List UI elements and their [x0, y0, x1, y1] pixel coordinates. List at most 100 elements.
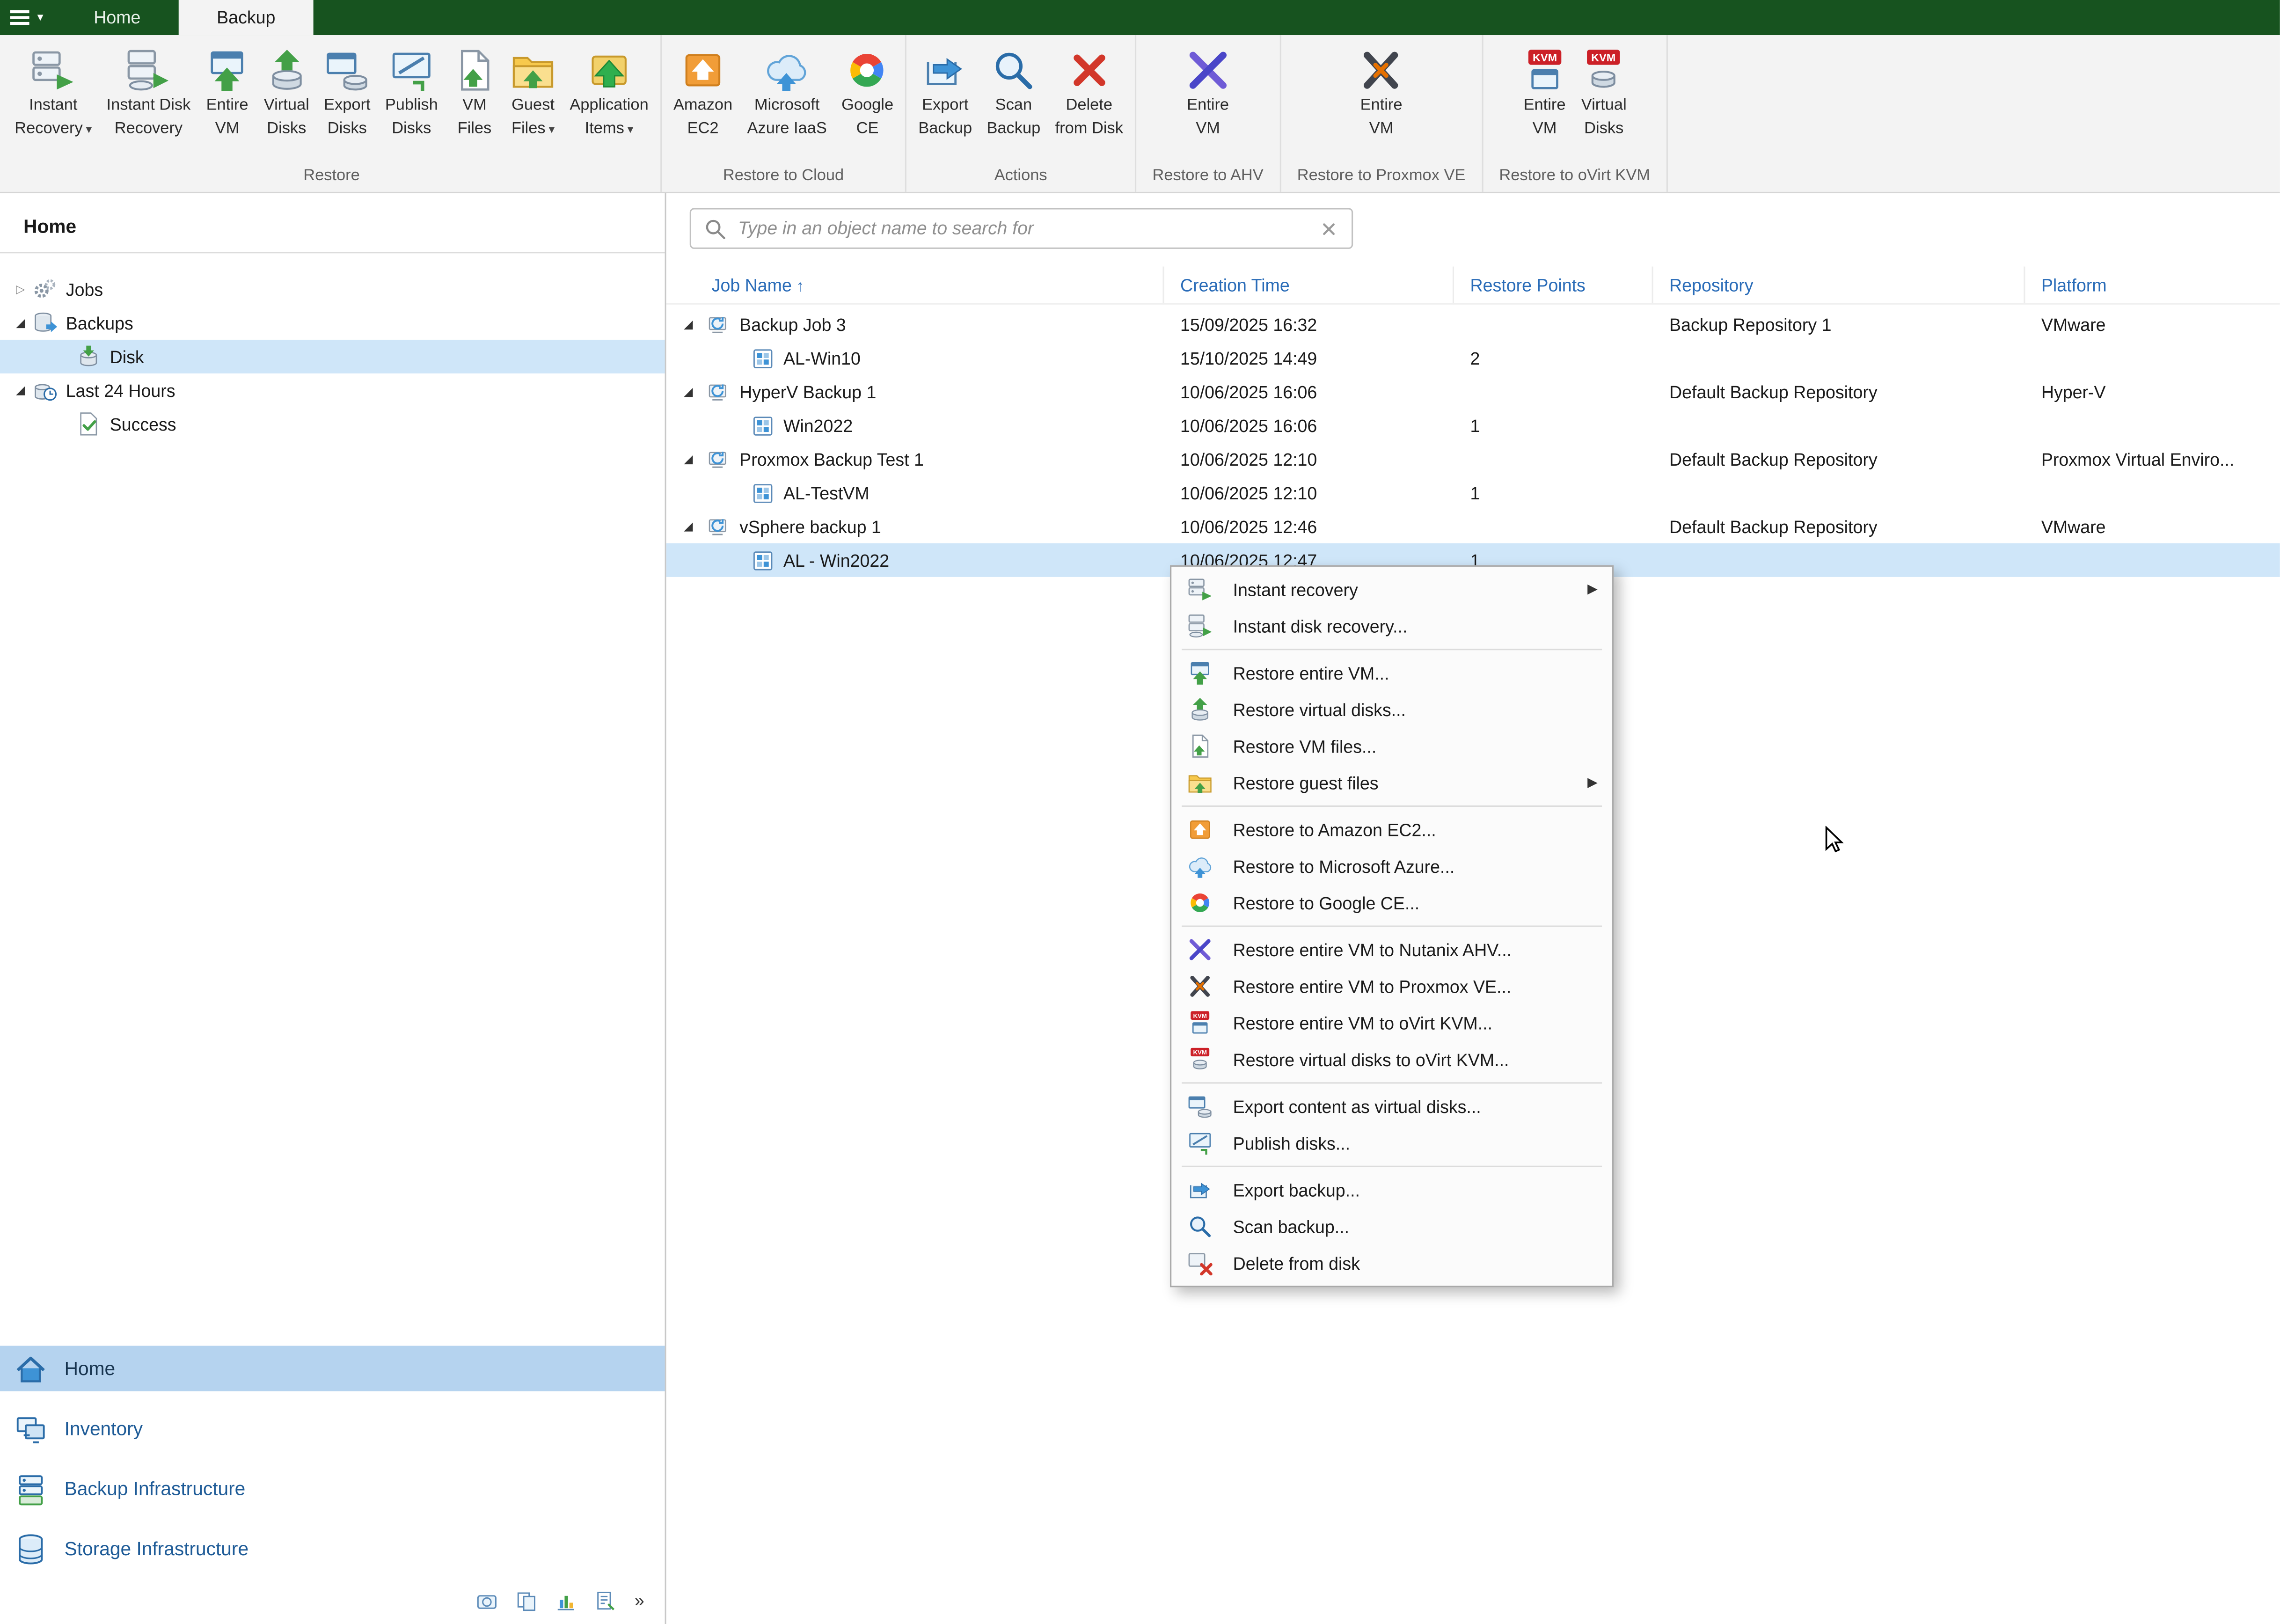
expander-icon[interactable] — [684, 520, 702, 533]
menu-item-restore-entire-vm-to-proxmox-ve[interactable]: Restore entire VM to Proxmox VE... — [1173, 968, 1611, 1004]
expander-icon[interactable] — [684, 385, 702, 398]
nutanix-ahv-icon — [1188, 937, 1213, 962]
delete-from-disk-icon — [1188, 1251, 1213, 1275]
files-view-icon[interactable] — [516, 1590, 538, 1612]
delete-from-disk-icon — [1067, 48, 1111, 92]
guest-files-button[interactable]: Guest Files — [504, 44, 563, 144]
delete-from-disk-button[interactable]: Delete from Disk — [1048, 44, 1131, 142]
export-disks-button[interactable]: Export Disks — [316, 44, 378, 142]
microsoft-azure-button[interactable]: Microsoft Azure IaaS — [740, 44, 834, 142]
application-items-button[interactable]: Application Items — [563, 44, 656, 144]
publish-disks-icon — [389, 48, 433, 92]
amazon-ec2-button[interactable]: Amazon EC2 — [666, 44, 740, 142]
sidebar-item-home[interactable]: Home — [0, 1346, 665, 1391]
restore-entire-vm-to-ahv-button[interactable]: Entire VM — [1179, 44, 1237, 142]
table-row[interactable]: HyperV Backup 1 10/06/2025 16:06 Default… — [666, 375, 2280, 409]
menu-item-restore-guest-files[interactable]: Restore guest files — [1173, 764, 1611, 801]
menu-item-instant-recovery[interactable]: Instant recovery — [1173, 571, 1611, 607]
backup-infrastructure-icon — [15, 1472, 47, 1505]
menu-item-restore-virtual-disks-to-ovirt-kvm[interactable]: Restore virtual disks to oVirt KVM... — [1173, 1041, 1611, 1078]
sidebar-title: Home — [0, 193, 665, 253]
column-header-job-name[interactable]: Job Name — [666, 266, 1164, 303]
column-header-platform[interactable]: Platform — [2025, 266, 2280, 303]
instant-disk-recovery-button[interactable]: Instant Disk Recovery — [99, 44, 198, 142]
menu-item-restore-to-microsoft-azure[interactable]: Restore to Microsoft Azure... — [1173, 848, 1611, 885]
table-row[interactable]: vSphere backup 1 10/06/2025 12:46 Defaul… — [666, 510, 2280, 543]
menu-item-instant-disk-recovery[interactable]: Instant disk recovery... — [1173, 608, 1611, 644]
ribbon-group-restore-to-cloud: Amazon EC2 Microsoft Azure IaaS Google C… — [662, 35, 906, 192]
scan-backup-button[interactable]: Scan Backup — [979, 44, 1048, 142]
menu-item-export-content-as-virtual-disks[interactable]: Export content as virtual disks... — [1173, 1088, 1611, 1125]
instant-disk-recovery-icon — [1188, 614, 1213, 638]
tab-backup[interactable]: Backup — [179, 0, 314, 35]
menu-item-restore-entire-vm-to-nutanix-ahv[interactable]: Restore entire VM to Nutanix AHV... — [1173, 931, 1611, 968]
table-row[interactable]: Backup Job 3 15/09/2025 16:32 Backup Rep… — [666, 307, 2280, 341]
export-backup-button[interactable]: Export Backup — [911, 44, 979, 142]
expander-icon[interactable] — [684, 318, 702, 331]
ovirt-kvm-vm-icon — [1523, 48, 1567, 92]
google-ce-button[interactable]: Google CE — [834, 44, 900, 142]
table-row[interactable]: AL-TestVM 10/06/2025 12:10 1 — [666, 476, 2280, 510]
tree-item-label: Last 24 Hours — [66, 380, 175, 401]
table-row[interactable]: Proxmox Backup Test 1 10/06/2025 12:10 D… — [666, 442, 2280, 476]
clear-search-icon[interactable] — [1319, 219, 1338, 238]
table-row[interactable]: AL-Win10 15/10/2025 14:49 2 — [666, 341, 2280, 375]
column-header-repository[interactable]: Repository — [1653, 266, 2025, 303]
menu-item-delete-from-disk[interactable]: Delete from disk — [1173, 1245, 1611, 1281]
sidebar-bottom-toolbar — [0, 1586, 644, 1616]
tree-item-last-24-hours[interactable]: Last 24 Hours — [0, 373, 665, 407]
sidebar: Home Jobs Backups Disk — [0, 193, 666, 1624]
backups-icon — [32, 310, 57, 335]
vm-files-button[interactable]: VM Files — [445, 44, 504, 142]
restore-entire-vm-button[interactable]: Entire VM — [198, 44, 256, 142]
instant-recovery-button[interactable]: Instant Recovery — [7, 44, 99, 144]
instant-disk-recovery-icon — [127, 48, 171, 92]
table-row[interactable]: Win2022 10/06/2025 16:06 1 — [666, 409, 2280, 442]
reports-view-icon[interactable] — [595, 1590, 617, 1612]
more-views-chevron-icon[interactable] — [635, 1590, 644, 1611]
hamburger-icon — [10, 10, 29, 25]
column-header-restore-points[interactable]: Restore Points — [1454, 266, 1653, 303]
menu-item-restore-vm-files[interactable]: Restore VM files... — [1173, 728, 1611, 764]
sidebar-item-label: Storage Infrastructure — [65, 1537, 248, 1559]
menu-item-export-backup[interactable]: Export backup... — [1173, 1171, 1611, 1208]
menu-item-scan-backup[interactable]: Scan backup... — [1173, 1208, 1611, 1244]
column-header-creation-time[interactable]: Creation Time — [1164, 266, 1454, 303]
menu-item-restore-to-amazon-ec2[interactable]: Restore to Amazon EC2... — [1173, 811, 1611, 848]
tree-item-success[interactable]: Success — [0, 407, 665, 441]
tree-item-jobs[interactable]: Jobs — [0, 272, 665, 306]
restore-entire-vm-to-kvm-button[interactable]: Entire VM — [1515, 44, 1574, 142]
restore-virtual-disks-button[interactable]: Virtual Disks — [256, 44, 316, 142]
menu-item-restore-entire-vm-to-ovirt-kvm[interactable]: Restore entire VM to oVirt KVM... — [1173, 1004, 1611, 1041]
ribbon-group-label: Restore to Cloud — [666, 164, 900, 191]
tree-item-disk[interactable]: Disk — [0, 340, 665, 373]
expander-icon[interactable] — [684, 453, 702, 466]
main-menu-button[interactable]: ▼ — [0, 0, 56, 35]
search-bar — [690, 208, 1353, 249]
expander-icon[interactable] — [12, 316, 29, 329]
menu-item-restore-to-google-ce[interactable]: Restore to Google CE... — [1173, 885, 1611, 921]
restore-entire-vm-to-proxmox-button[interactable]: Entire VM — [1352, 44, 1410, 142]
sidebar-item-storage-infrastructure[interactable]: Storage Infrastructure — [0, 1526, 665, 1571]
sidebar-item-inventory[interactable]: Inventory — [0, 1406, 665, 1451]
sort-ascending-icon — [792, 275, 804, 295]
amazon-ec2-icon — [681, 48, 725, 92]
guest-files-icon — [511, 48, 555, 92]
tab-home[interactable]: Home — [56, 0, 179, 35]
analytics-view-icon[interactable] — [555, 1590, 577, 1612]
menu-item-restore-entire-vm[interactable]: Restore entire VM... — [1173, 655, 1611, 691]
menu-item-publish-disks[interactable]: Publish disks... — [1173, 1125, 1611, 1161]
tape-view-icon[interactable] — [476, 1590, 498, 1612]
export-backup-icon — [923, 48, 967, 92]
tree-item-backups[interactable]: Backups — [0, 306, 665, 340]
backup-job-icon — [707, 380, 731, 403]
publish-disks-button[interactable]: Publish Disks — [378, 44, 445, 142]
expander-icon[interactable] — [12, 283, 29, 296]
expander-icon[interactable] — [12, 384, 29, 397]
restore-virtual-disks-to-kvm-button[interactable]: Virtual Disks — [1574, 44, 1634, 142]
sidebar-item-backup-infrastructure[interactable]: Backup Infrastructure — [0, 1466, 665, 1511]
search-input[interactable] — [738, 218, 1319, 239]
menu-item-restore-virtual-disks[interactable]: Restore virtual disks... — [1173, 691, 1611, 728]
google-ce-icon — [1188, 890, 1213, 915]
ribbon-group-label: Restore — [7, 164, 656, 191]
